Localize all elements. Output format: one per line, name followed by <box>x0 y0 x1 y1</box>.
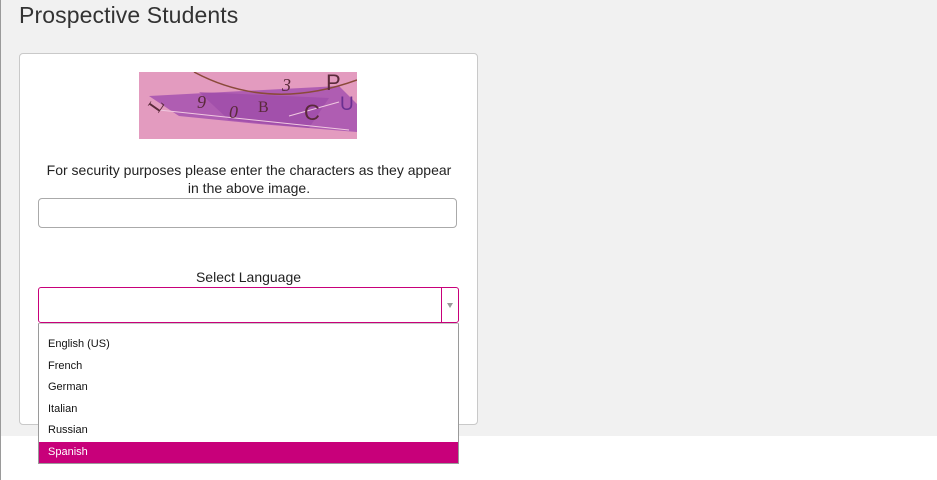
language-option-french[interactable]: French <box>39 356 458 378</box>
chevron-down-icon <box>447 302 453 308</box>
dropdown-arrow-button[interactable] <box>441 288 458 322</box>
captcha-char: P <box>326 72 341 95</box>
captcha-noise <box>149 72 357 132</box>
captcha-char: U <box>340 94 354 115</box>
captcha-instructions: For security purposes please enter the c… <box>46 162 452 196</box>
language-label: Select Language <box>195 269 302 285</box>
language-option-italian[interactable]: Italian <box>39 399 458 421</box>
language-option-german[interactable]: German <box>39 377 458 399</box>
language-select[interactable] <box>38 287 459 323</box>
captcha-char: 3 <box>282 75 291 95</box>
language-option-russian[interactable]: Russian <box>39 420 458 442</box>
captcha-char: 0 <box>229 102 238 122</box>
captcha-input[interactable] <box>38 198 457 228</box>
captcha-image: L 9 0 B 3 C P U <box>139 72 357 139</box>
language-option-english-us[interactable]: English (US) <box>39 334 458 356</box>
captcha-char: 9 <box>197 92 206 112</box>
language-option-spanish[interactable]: Spanish <box>39 441 458 463</box>
captcha-char: C <box>304 100 320 125</box>
captcha-char: B <box>258 99 269 116</box>
language-dropdown-list: English (US) French German Italian Russi… <box>38 323 459 464</box>
page-title: Prospective Students <box>19 2 239 28</box>
